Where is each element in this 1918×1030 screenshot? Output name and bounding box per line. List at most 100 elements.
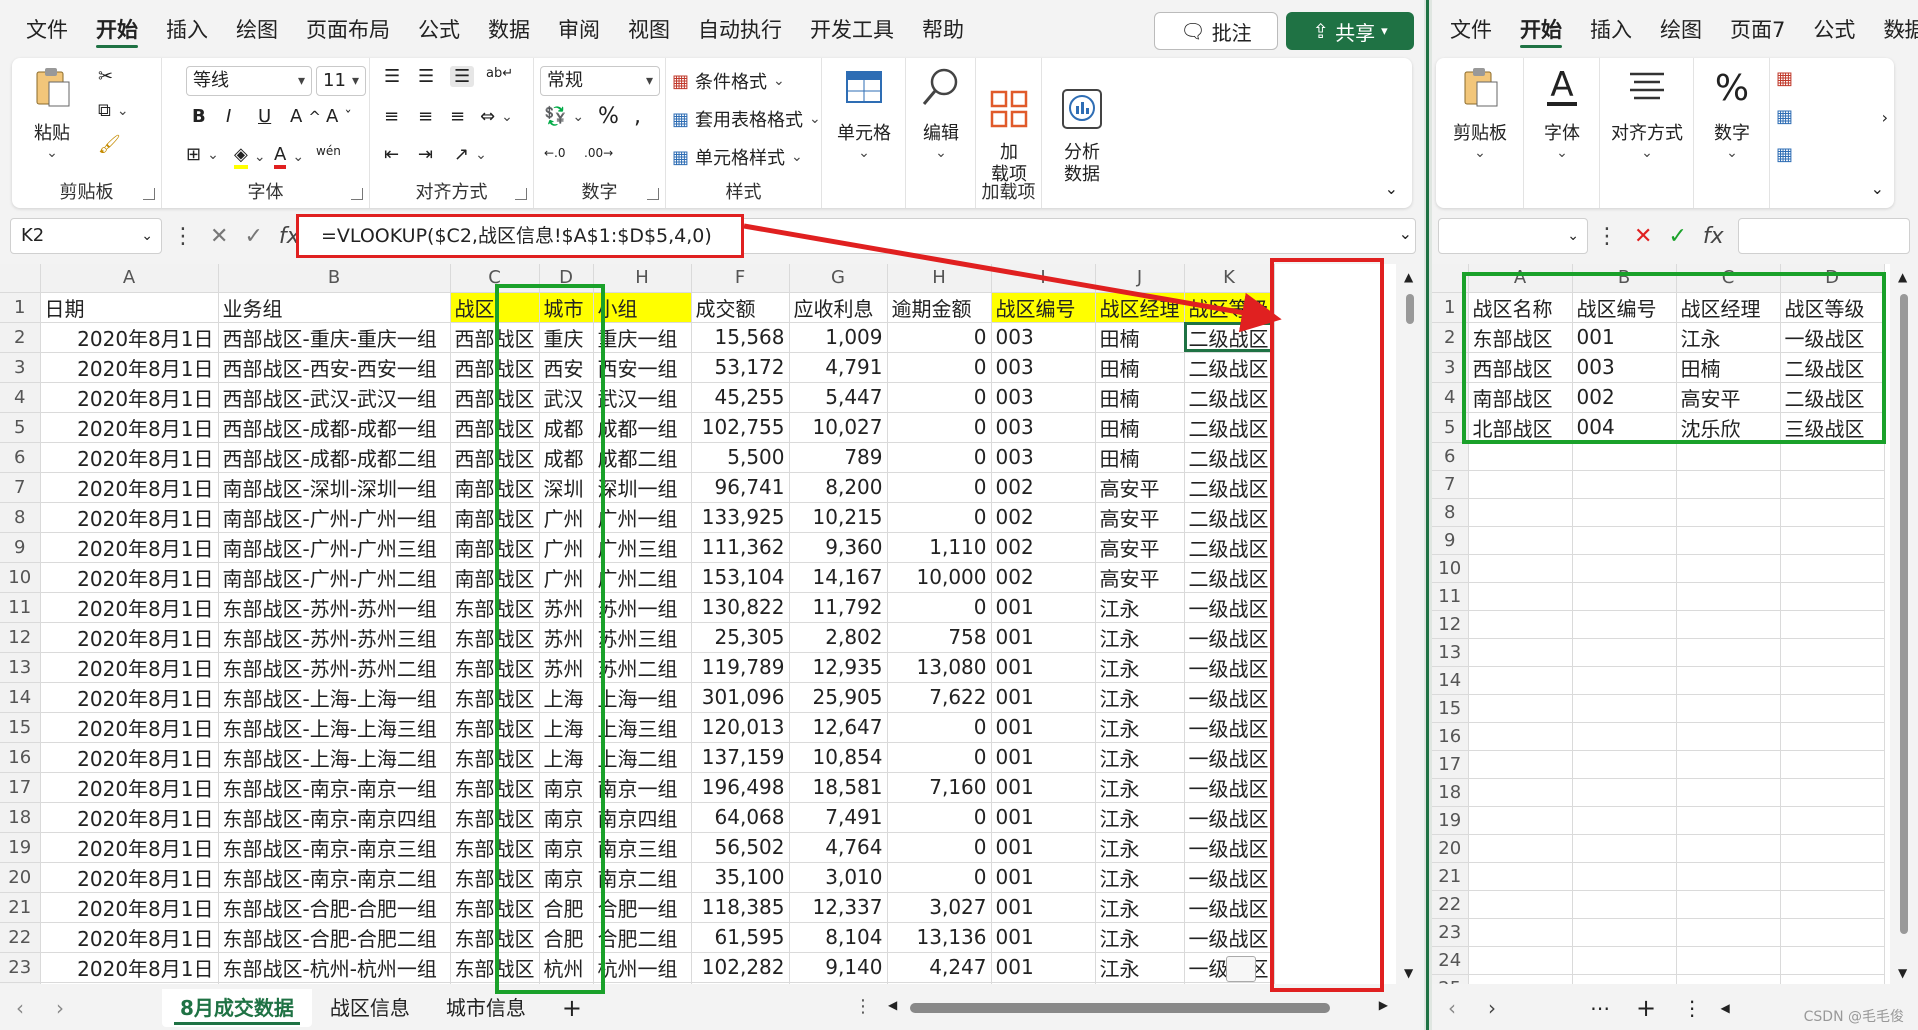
cell[interactable]: 001 xyxy=(991,862,1096,893)
cell[interactable]: 7,160 xyxy=(887,772,992,803)
cell[interactable]: 2020年8月1日 xyxy=(40,712,219,743)
cell[interactable]: 64,068 xyxy=(691,802,790,833)
row-header[interactable]: 24 xyxy=(0,982,41,984)
cell[interactable]: 1,110 xyxy=(887,532,992,563)
cell[interactable] xyxy=(1468,666,1573,695)
row-header[interactable]: 9 xyxy=(0,532,41,563)
cell[interactable]: 南部战区 xyxy=(450,532,540,563)
font-launcher[interactable] xyxy=(351,188,363,200)
cell[interactable]: 2020年8月1日 xyxy=(40,772,219,803)
column-header[interactable]: H xyxy=(887,264,992,293)
cell[interactable]: 4,247 xyxy=(887,952,992,983)
cell[interactable]: 江永 xyxy=(1095,982,1185,984)
cell[interactable]: 战区编号 xyxy=(1572,292,1677,323)
row-header[interactable]: 5 xyxy=(1432,412,1469,443)
cell[interactable]: 0 xyxy=(887,862,992,893)
cell[interactable]: 004 xyxy=(1572,412,1677,443)
cell[interactable]: 东部战区-苏州-苏州三组 xyxy=(218,622,451,653)
cell[interactable]: 001 xyxy=(991,802,1096,833)
cell[interactable]: 3,010 xyxy=(789,862,888,893)
cell[interactable]: 东部战区-合肥-合肥二组 xyxy=(218,922,451,953)
cell[interactable] xyxy=(1572,862,1677,891)
column-header[interactable]: C xyxy=(1676,264,1781,293)
tab-3[interactable]: 绘图 xyxy=(224,0,294,58)
cell[interactable] xyxy=(1468,778,1573,807)
cell[interactable]: 合肥 xyxy=(539,892,594,923)
cell[interactable]: 001 xyxy=(991,592,1096,623)
cell[interactable]: 002 xyxy=(991,562,1096,593)
tab-2[interactable]: 插入 xyxy=(1578,0,1648,58)
cell[interactable] xyxy=(1780,638,1885,667)
cell[interactable]: 25,305 xyxy=(691,622,790,653)
cell[interactable]: 苏州 xyxy=(539,652,594,683)
row-header[interactable]: 11 xyxy=(1432,582,1469,611)
cell[interactable]: 二级战区 xyxy=(1184,532,1275,563)
row-header[interactable]: 15 xyxy=(1432,694,1469,723)
cell[interactable]: 东部战区-南京-南京三组 xyxy=(218,832,451,863)
row-header[interactable]: 5 xyxy=(0,412,41,443)
row-header[interactable]: 21 xyxy=(0,892,41,923)
collapse-ribbon-icon[interactable]: ⌄ xyxy=(1871,179,1884,198)
cell[interactable]: 102,282 xyxy=(691,952,790,983)
cell[interactable] xyxy=(1676,526,1781,555)
align-bottom-button[interactable]: ☰ xyxy=(450,66,475,87)
cell[interactable]: 2020年8月1日 xyxy=(40,532,219,563)
cell[interactable]: 45,255 xyxy=(691,382,790,413)
cell[interactable] xyxy=(1572,722,1677,751)
cell[interactable] xyxy=(1468,498,1573,527)
row-header[interactable]: 12 xyxy=(0,622,41,653)
cell[interactable]: 0 xyxy=(887,412,992,443)
cell[interactable]: 东部战区 xyxy=(1468,322,1573,353)
row-header[interactable]: 6 xyxy=(1432,442,1469,471)
cell[interactable]: 2020年8月1日 xyxy=(40,352,219,383)
cell[interactable]: 田楠 xyxy=(1095,412,1185,443)
cell[interactable]: 南京三组 xyxy=(593,832,692,863)
tab-5[interactable]: 公式 xyxy=(1801,0,1871,58)
cell[interactable]: 沈乐欣 xyxy=(1676,412,1781,443)
row-header[interactable]: 22 xyxy=(0,922,41,953)
cell[interactable] xyxy=(1780,918,1885,947)
bold-button[interactable]: B xyxy=(192,106,206,127)
cell[interactable]: 重庆一组 xyxy=(593,322,692,353)
prev-sheet-icon[interactable]: ‹ xyxy=(1432,996,1472,1020)
cell[interactable] xyxy=(1572,666,1677,695)
cell[interactable]: 二级战区 xyxy=(1184,472,1275,503)
cell[interactable] xyxy=(1780,974,1885,984)
cell[interactable] xyxy=(1780,778,1885,807)
cell[interactable] xyxy=(1468,582,1573,611)
cell[interactable]: 东部战区 xyxy=(450,682,540,713)
cell[interactable]: 001 xyxy=(991,742,1096,773)
cell[interactable] xyxy=(1572,806,1677,835)
cell[interactable]: 二级战区 xyxy=(1184,352,1275,383)
cell[interactable] xyxy=(1676,750,1781,779)
cell[interactable]: 25,905 xyxy=(789,682,888,713)
row-header[interactable]: 10 xyxy=(0,562,41,593)
format-as-table-button[interactable]: ▦ 套用表格格式 ⌄ xyxy=(672,106,821,132)
cell[interactable]: 杭州 xyxy=(539,982,594,984)
cell[interactable] xyxy=(1780,890,1885,919)
tab-6[interactable]: 数据 xyxy=(476,0,546,58)
copy-button[interactable]: ⧉ ⌄ xyxy=(98,100,129,121)
cell[interactable]: 0 xyxy=(887,472,992,503)
cell[interactable]: 196,498 xyxy=(691,772,790,803)
cell[interactable]: 2020年8月1日 xyxy=(40,442,219,473)
cell[interactable]: 广州三组 xyxy=(593,532,692,563)
cell[interactable]: 8,200 xyxy=(789,472,888,503)
tab-7[interactable]: 审阅 xyxy=(546,0,616,58)
cell[interactable]: 2020年8月1日 xyxy=(40,322,219,353)
cell[interactable] xyxy=(1780,666,1885,695)
cell[interactable]: 758 xyxy=(887,622,992,653)
column-header[interactable]: B xyxy=(1572,264,1677,293)
cell[interactable]: 13,136 xyxy=(887,922,992,953)
cell[interactable]: 江永 xyxy=(1095,772,1185,803)
cell[interactable]: 合肥一组 xyxy=(593,892,692,923)
cell[interactable] xyxy=(1676,554,1781,583)
cell[interactable] xyxy=(1676,498,1781,527)
cell[interactable]: 江永 xyxy=(1095,712,1185,743)
cell[interactable]: 0 xyxy=(887,592,992,623)
tab-sheet-3[interactable]: 城市信息 xyxy=(428,989,544,1027)
header-cell[interactable]: 小组 xyxy=(593,292,692,323)
cell[interactable]: 二级战区 xyxy=(1780,352,1885,383)
row-header[interactable]: 13 xyxy=(0,652,41,683)
cell[interactable]: 003 xyxy=(991,382,1096,413)
